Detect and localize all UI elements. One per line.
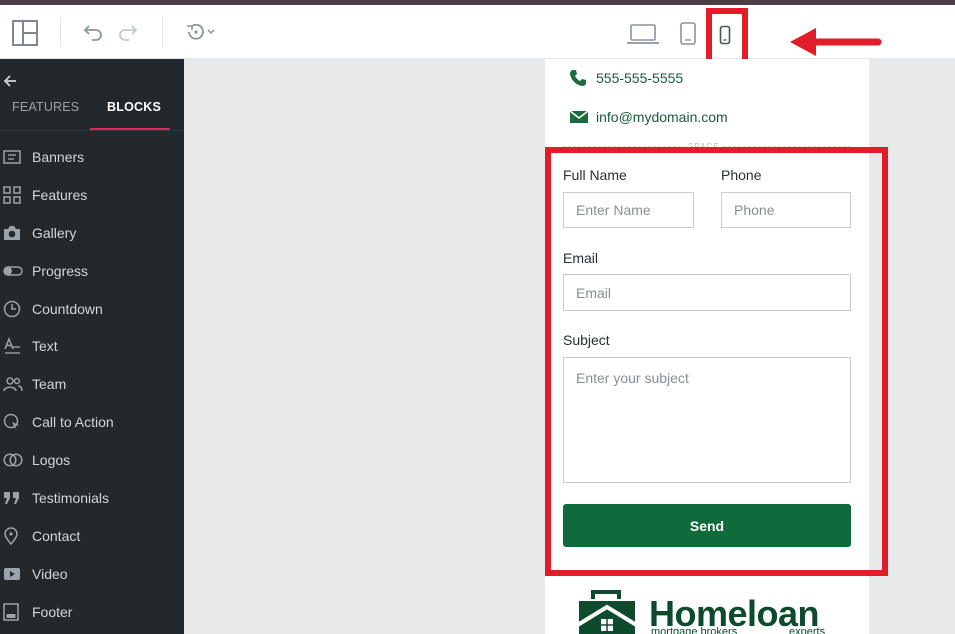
full-name-input[interactable]: Enter Name [563, 192, 694, 228]
sidebar-item-footer[interactable]: Footer [0, 593, 184, 631]
progress-icon [0, 262, 26, 280]
location-icon [0, 527, 26, 545]
sidebar-item-label: Video [32, 565, 68, 582]
subject-label: Subject [563, 332, 610, 348]
email-input[interactable]: Email [563, 274, 851, 311]
mobile-page-preview: 555-555-5555 info@mydomain.com SPACE Ful… [545, 59, 869, 634]
text-icon [0, 337, 26, 355]
sidebar-item-gallery[interactable]: Gallery [0, 214, 184, 252]
sidebar-item-label: Text [32, 338, 58, 355]
blocks-list: Banners Features Gallery Progress Countd… [0, 138, 184, 631]
sidebar-item-banners[interactable]: Banners [0, 138, 184, 176]
phone-input[interactable]: Phone [721, 192, 851, 228]
tab-blocks[interactable]: BLOCKS [107, 100, 161, 114]
cta-icon [0, 413, 26, 431]
logo-tagline-left: mortgage brokers [651, 626, 738, 634]
grid-icon [0, 186, 26, 204]
sidebar-item-video[interactable]: Video [0, 555, 184, 593]
team-icon [0, 375, 26, 393]
envelope-icon [569, 110, 589, 124]
house-logo-icon [571, 590, 645, 634]
red-arrow-icon [788, 26, 884, 62]
sidebar-item-label: Progress [32, 262, 89, 279]
tab-divider [0, 130, 184, 131]
sidebar-item-label: Call to Action [32, 414, 114, 431]
video-icon [0, 565, 26, 583]
sidebar-item-label: Logos [32, 452, 71, 469]
footer-icon [0, 602, 26, 621]
sidebar-item-testimonials[interactable]: Testimonials [0, 479, 184, 517]
contact-email[interactable]: info@mydomain.com [596, 109, 728, 125]
contact-phone-row: 555-555-5555 [569, 69, 683, 87]
sidebar-item-label: Footer [32, 603, 73, 620]
phone-icon [569, 69, 589, 87]
email-label: Email [563, 250, 599, 266]
undo-icon[interactable] [80, 19, 106, 45]
toolbar-divider [162, 17, 163, 47]
logos-icon [0, 451, 26, 469]
mobile-icon[interactable] [716, 22, 734, 48]
send-button[interactable]: Send [563, 504, 851, 547]
camera-icon [0, 224, 26, 242]
sidebar-item-label: Gallery [32, 224, 77, 241]
sidebar-item-label: Testimonials [32, 489, 110, 506]
sidebar-item-text[interactable]: Text [0, 327, 184, 365]
sidebar-item-logos[interactable]: Logos [0, 441, 184, 479]
sidebar-item-label: Features [32, 186, 88, 203]
sidebar-item-call-to-action[interactable]: Call to Action [0, 403, 184, 441]
blocks-sidebar: FEATURES BLOCKS Banners Features Gallery… [0, 59, 184, 634]
laptop-icon[interactable] [626, 21, 660, 47]
full-name-label: Full Name [563, 167, 627, 183]
sidebar-item-features[interactable]: Features [0, 176, 184, 214]
sidebar-item-team[interactable]: Team [0, 365, 184, 403]
homeloan-logo: Homeloan mortgage brokers experts [571, 587, 851, 634]
quote-icon [0, 489, 26, 507]
sidebar-item-countdown[interactable]: Countdown [0, 290, 184, 328]
sidebar-item-label: Team [32, 376, 67, 393]
sidebar-item-label: Countdown [32, 300, 103, 317]
history-icon[interactable] [183, 19, 219, 45]
redo-icon[interactable] [115, 19, 141, 45]
contact-email-row: info@mydomain.com [569, 109, 728, 125]
back-arrow-icon[interactable] [2, 73, 20, 91]
tablet-icon[interactable] [677, 20, 699, 48]
phone-label: Phone [721, 167, 762, 183]
sidebar-item-label: Contact [32, 527, 81, 544]
layout-icon[interactable] [10, 18, 40, 48]
clock-icon [0, 300, 26, 318]
sidebar-item-label: Banners [32, 148, 85, 165]
sidebar-item-progress[interactable]: Progress [0, 252, 184, 290]
space-label: SPACE [685, 142, 723, 151]
logo-tagline-right: experts [789, 626, 826, 634]
sidebar-item-contact[interactable]: Contact [0, 517, 184, 555]
toolbar-divider [60, 17, 61, 47]
tab-features[interactable]: FEATURES [12, 100, 79, 114]
contact-phone[interactable]: 555-555-5555 [596, 70, 683, 86]
banner-icon [0, 148, 26, 166]
subject-textarea[interactable]: Enter your subject [563, 357, 851, 483]
